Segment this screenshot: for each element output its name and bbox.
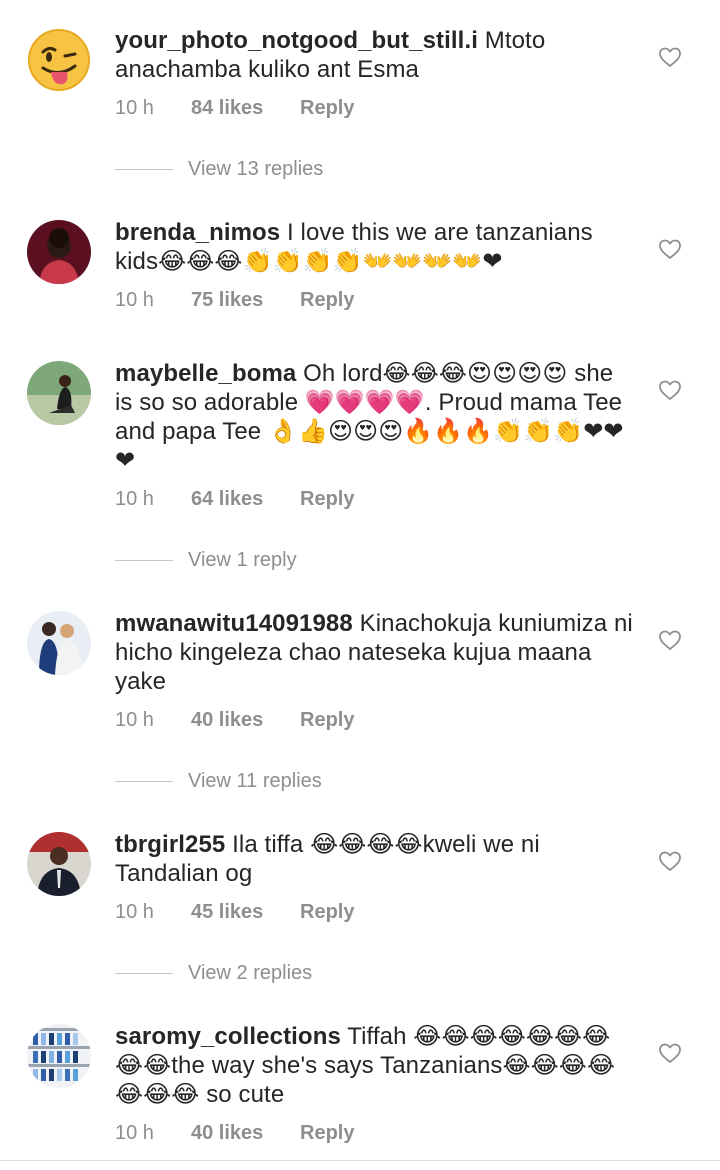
- comment-time: 10 h: [115, 97, 154, 119]
- comment-username[interactable]: your_photo_notgood_but_still.i: [115, 27, 478, 54]
- comment-time: 10 h: [115, 488, 154, 510]
- comment-likes[interactable]: 40 likes: [191, 708, 300, 732]
- comment-likes[interactable]: 45 likes: [191, 900, 300, 924]
- comment-username[interactable]: tbrgirl255: [115, 831, 225, 858]
- reply-button[interactable]: Reply: [300, 487, 354, 511]
- user-photo-icon: [27, 220, 91, 284]
- comment-body: saromy_collections Tiffah 😂😂😂😂😂😂😂😂😂the w…: [115, 1022, 635, 1109]
- heart-icon[interactable]: [658, 849, 682, 873]
- avatar[interactable]: [27, 832, 91, 896]
- view-replies-button[interactable]: View 11 replies: [115, 769, 322, 793]
- user-photo-icon: [27, 611, 91, 675]
- comment-body: your_photo_notgood_but_still.i Mtoto ana…: [115, 26, 635, 84]
- comment-meta: 10 h 84 likes Reply: [115, 96, 354, 120]
- view-replies-label: View 2 replies: [188, 962, 313, 984]
- reply-button[interactable]: Reply: [300, 708, 354, 732]
- comment-time: 10 h: [115, 709, 154, 731]
- comment-username[interactable]: maybelle_boma: [115, 360, 296, 387]
- comment-meta: 10 h 75 likes Reply: [115, 288, 354, 312]
- comment-time: 10 h: [115, 289, 154, 311]
- winking-face-tongue-emoji-icon: [28, 29, 90, 91]
- avatar[interactable]: [27, 361, 91, 425]
- reply-button[interactable]: Reply: [300, 900, 354, 924]
- heart-icon[interactable]: [658, 45, 682, 69]
- view-replies-button[interactable]: View 13 replies: [115, 157, 323, 181]
- comment-likes[interactable]: 75 likes: [191, 288, 300, 312]
- view-replies-button[interactable]: View 1 reply: [115, 548, 297, 572]
- comment-time: 10 h: [115, 1122, 154, 1144]
- view-replies-label: View 13 replies: [188, 158, 324, 180]
- heart-icon[interactable]: [658, 628, 682, 652]
- divider-line: [115, 560, 173, 562]
- reply-button[interactable]: Reply: [300, 1121, 354, 1145]
- heart-icon[interactable]: [658, 378, 682, 402]
- user-photo-icon: [27, 1024, 91, 1088]
- heart-icon[interactable]: [658, 237, 682, 261]
- divider-line: [115, 781, 173, 783]
- user-photo-icon: [27, 832, 91, 896]
- comment-time: 10 h: [115, 901, 154, 923]
- comment-likes[interactable]: 84 likes: [191, 96, 300, 120]
- comment-username[interactable]: mwanawitu14091988: [115, 610, 353, 637]
- comment-username[interactable]: brenda_nimos: [115, 219, 280, 246]
- reply-button[interactable]: Reply: [300, 288, 354, 312]
- avatar[interactable]: [27, 611, 91, 675]
- avatar[interactable]: [27, 1024, 91, 1088]
- comment-likes[interactable]: 64 likes: [191, 487, 300, 511]
- comment-body: tbrgirl255 Ila tiffa 😂😂😂😂kweli we ni Tan…: [115, 830, 635, 888]
- user-photo-icon: [27, 361, 91, 425]
- divider-line: [115, 973, 173, 975]
- view-replies-label: View 11 replies: [188, 770, 322, 792]
- avatar[interactable]: [27, 220, 91, 284]
- view-replies-label: View 1 reply: [188, 549, 297, 571]
- comment-meta: 10 h 40 likes Reply: [115, 708, 354, 732]
- comment-body: brenda_nimos I love this we are tanzania…: [115, 218, 635, 276]
- comment-meta: 10 h 45 likes Reply: [115, 900, 354, 924]
- comment-username[interactable]: saromy_collections: [115, 1023, 341, 1050]
- comment-likes[interactable]: 40 likes: [191, 1121, 300, 1145]
- divider: [0, 1160, 720, 1161]
- comment-body: maybelle_boma Oh lord😂😂😂😍😍😍😍 she is so s…: [115, 359, 635, 475]
- avatar[interactable]: [27, 28, 91, 92]
- heart-icon[interactable]: [658, 1041, 682, 1065]
- comment-meta: 10 h 40 likes Reply: [115, 1121, 354, 1145]
- divider-line: [115, 169, 173, 171]
- view-replies-button[interactable]: View 2 replies: [115, 961, 312, 985]
- reply-button[interactable]: Reply: [300, 96, 354, 120]
- comment-meta: 10 h 64 likes Reply: [115, 487, 354, 511]
- comment-body: mwanawitu14091988 Kinachokuja kuniumiza …: [115, 609, 635, 696]
